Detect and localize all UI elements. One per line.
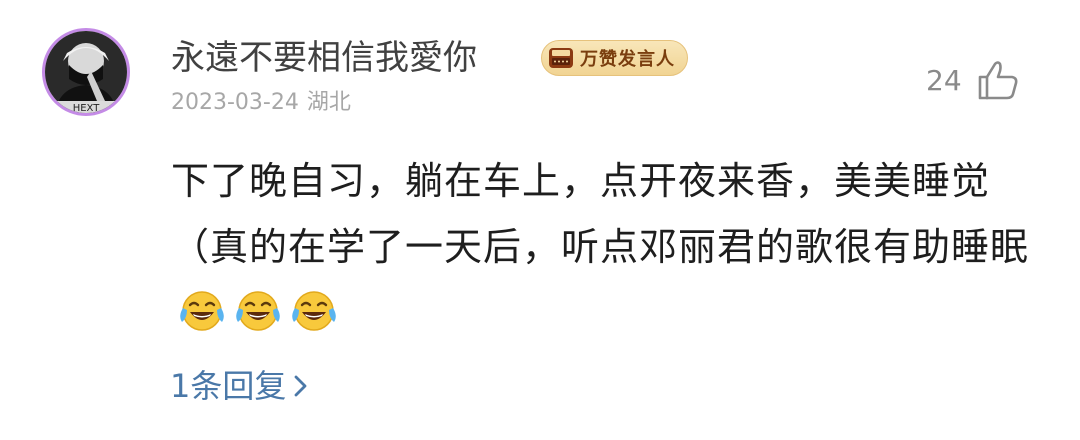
avatar[interactable]: HEXT: [42, 28, 130, 116]
view-replies-link[interactable]: 1条回复: [170, 364, 310, 408]
like-count: 24: [926, 63, 962, 97]
like-button[interactable]: 24: [926, 56, 1020, 104]
comment-meta: 2023-03-24 湖北: [171, 88, 351, 118]
comment-body: 下了晚自习，躺在车上，点开夜来香，美美睡觉（真的在学了一天后，听点邓丽君的歌很有…: [171, 148, 1031, 346]
badge[interactable]: 万赞发言人: [541, 40, 688, 76]
typewriter-icon: [549, 48, 573, 68]
comment-date: 2023-03-24: [171, 90, 299, 115]
thumbs-up-icon: [978, 61, 1018, 100]
badge-label: 万赞发言人: [580, 49, 675, 70]
username[interactable]: 永遠不要相信我愛你: [171, 36, 477, 80]
chevron-right-icon: [294, 375, 307, 397]
comment-location: 湖北: [306, 90, 351, 115]
comment-item: HEXT 永遠不要相信我愛你 万赞发言人 2023-03-24 湖北 24 下了晚…: [0, 0, 1080, 440]
laugh-cry-emoji: [236, 291, 280, 331]
laugh-cry-emoji: [292, 291, 336, 331]
laugh-cry-emoji: [180, 291, 224, 331]
avatar-image: HEXT: [45, 31, 127, 113]
replies-label: 1条回复: [170, 367, 287, 405]
avatar-caption: HEXT: [73, 103, 101, 113]
comment-text: 下了晚自习，躺在车上，点开夜来香，美美睡觉（真的在学了一天后，听点邓丽君的歌很有…: [171, 159, 1030, 269]
